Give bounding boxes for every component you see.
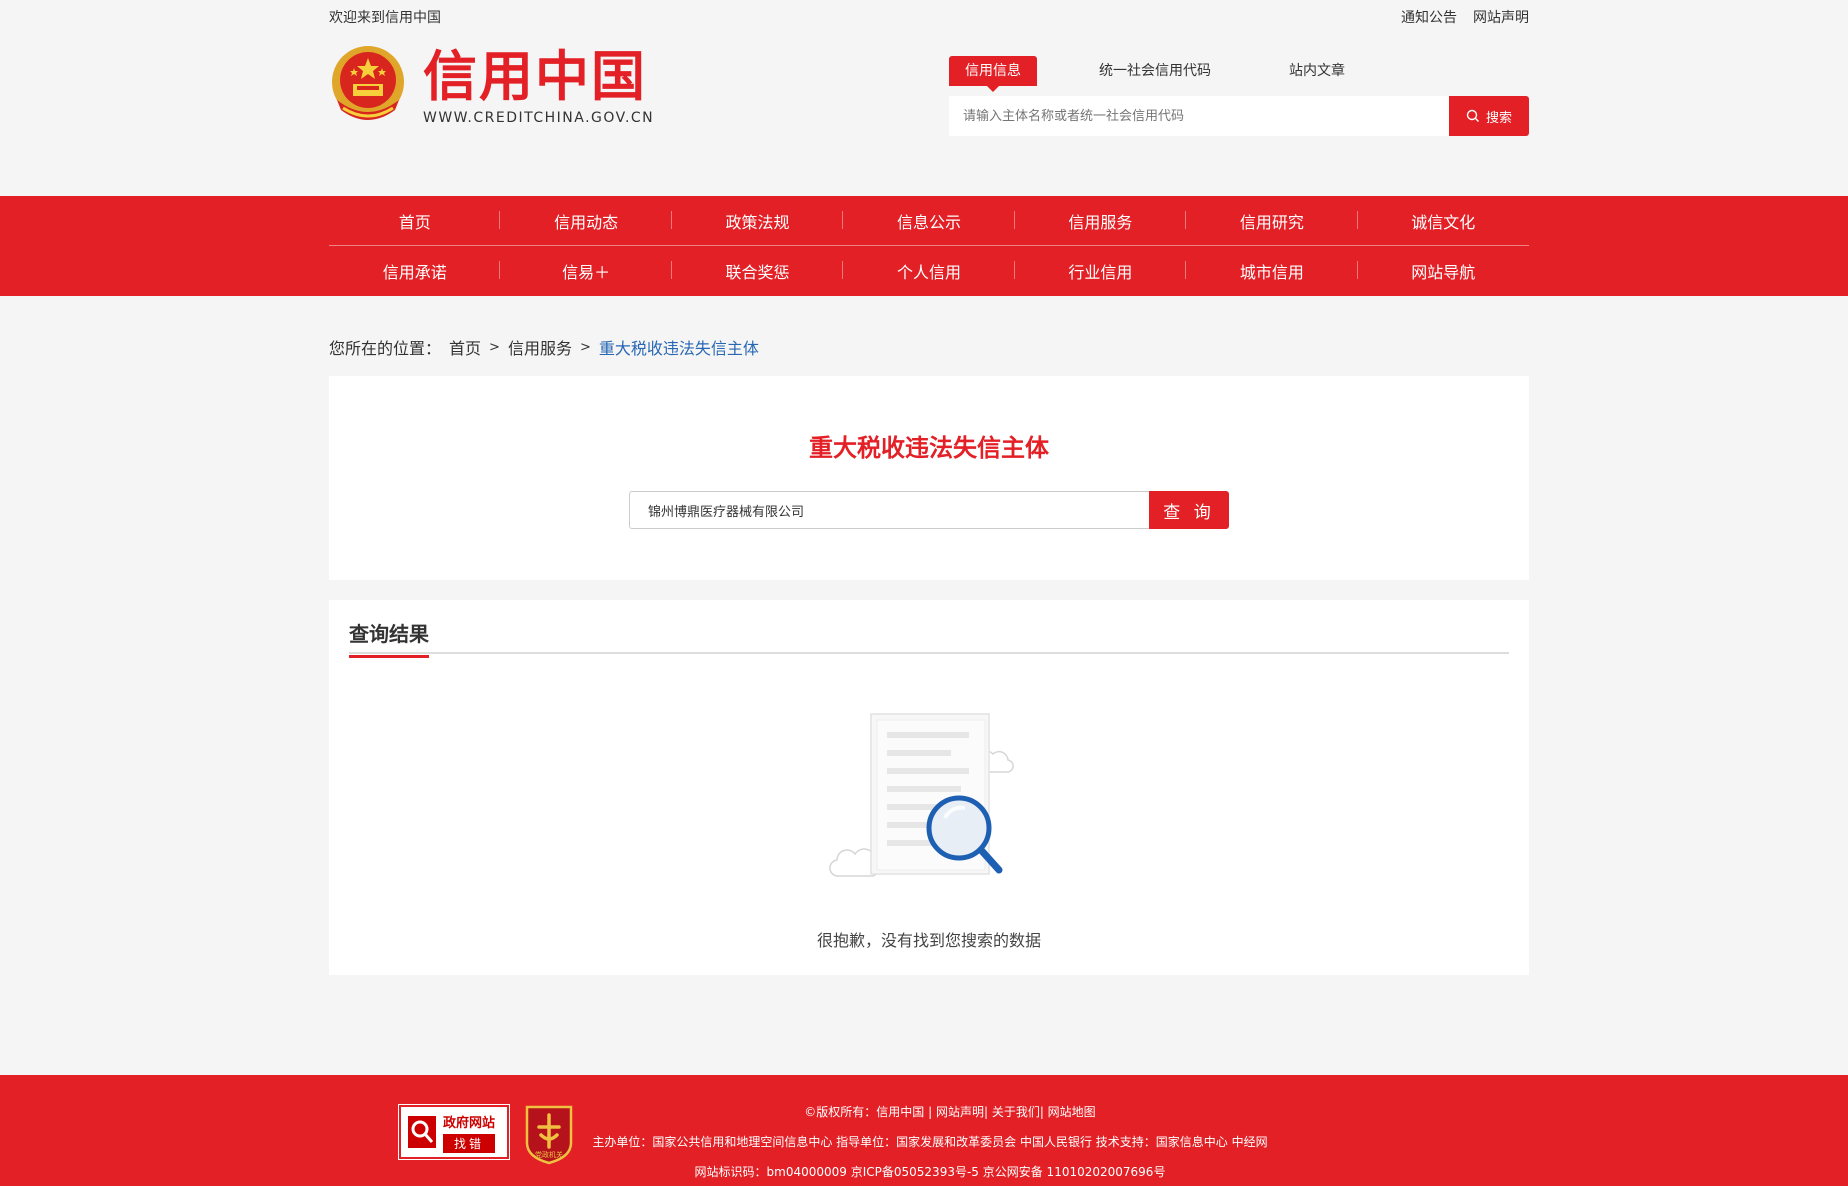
- query-title: 重大税收违法失信主体: [809, 434, 1049, 462]
- search-tabs: 信用信息 统一社会信用代码 站内文章: [949, 56, 1529, 92]
- site-footer: 政府网站 找错 党政机关 ©版权所有：信用中国 | 网站声明| 关于我们| 网站…: [0, 1075, 1848, 1186]
- nav-row-2: 信用承诺 信易＋ 联合奖惩 个人信用 行业信用 城市信用 网站导航: [329, 246, 1529, 296]
- breadcrumb: 您所在的位置： 首页 > 信用服务 > 重大税收违法失信主体: [329, 335, 1529, 359]
- top-links: 通知公告 网站声明: [1401, 7, 1529, 27]
- main-nav: 首页 信用动态 政策法规 信息公示 信用服务 信用研究 诚信文化 信用承诺 信易…: [0, 196, 1848, 296]
- top-bar: 欢迎来到信用中国 通知公告 网站声明: [329, 0, 1529, 32]
- no-data-illustration-icon: [829, 713, 1014, 877]
- nav-item-culture[interactable]: 诚信文化: [1358, 209, 1529, 233]
- footer-organizers: 主办单位：国家公共信用和地理空间信息中心 指导单位：国家发展和改革委员会 中国人…: [592, 1135, 1268, 1149]
- logo-title: 信用中国: [423, 45, 647, 108]
- breadcrumb-credit-service[interactable]: 信用服务: [508, 335, 572, 359]
- party-badge-label: 党政机关: [535, 1150, 563, 1159]
- gov-site-error-badge[interactable]: 政府网站 找错: [398, 1104, 510, 1160]
- footer-registration: 网站标识码：bm04000009 京ICP备05052393号-5 京公网安备 …: [694, 1165, 1166, 1179]
- query-panel: 重大税收违法失信主体 查 询: [329, 376, 1529, 580]
- site-logo[interactable]: 信用中国 WWW.CREDITCHINA.GOV.CN: [329, 44, 654, 128]
- query-box: 查 询: [629, 491, 1229, 529]
- nav-item-xinyi[interactable]: 信易＋: [500, 259, 673, 283]
- logo-url: WWW.CREDITCHINA.GOV.CN: [423, 110, 655, 126]
- nav-row-1: 首页 信用动态 政策法规 信息公示 信用服务 信用研究 诚信文化: [329, 196, 1529, 246]
- nav-item-disclosure[interactable]: 信息公示: [843, 209, 1016, 233]
- search-button-label: 搜索: [1485, 110, 1512, 126]
- breadcrumb-home[interactable]: 首页: [449, 335, 481, 359]
- result-heading: 查询结果: [349, 618, 429, 658]
- search-icon: [1466, 109, 1479, 122]
- welcome-text: 欢迎来到信用中国: [329, 10, 441, 26]
- gov-badge-bottom: 找错: [443, 1133, 496, 1153]
- tab-credit-info[interactable]: 信用信息: [949, 56, 1037, 92]
- header-search: 信用信息 统一社会信用代码 站内文章 搜索: [949, 56, 1529, 136]
- search-button[interactable]: 搜索: [1449, 96, 1529, 136]
- nav-item-site-nav[interactable]: 网站导航: [1358, 259, 1529, 283]
- breadcrumb-separator: >: [489, 339, 500, 355]
- nav-item-research[interactable]: 信用研究: [1186, 209, 1358, 233]
- nav-item-rewards-penalties[interactable]: 联合奖惩: [672, 259, 844, 283]
- breadcrumb-prefix: 您所在的位置：: [329, 339, 442, 358]
- nav-item-credit-service[interactable]: 信用服务: [1015, 209, 1187, 233]
- tab-site-articles[interactable]: 站内文章: [1273, 56, 1361, 86]
- gov-badge-top: 政府网站: [443, 1115, 496, 1131]
- nav-item-industry-credit[interactable]: 行业信用: [1015, 259, 1187, 283]
- nav-item-credit-news[interactable]: 信用动态: [500, 209, 673, 233]
- no-data-message: 很抱歉，没有找到您搜索的数据: [816, 931, 1041, 950]
- breadcrumb-separator: >: [579, 339, 591, 355]
- nav-item-home[interactable]: 首页: [329, 209, 501, 233]
- search-box: 搜索: [949, 96, 1529, 136]
- breadcrumb-current: 重大税收违法失信主体: [598, 339, 759, 358]
- result-header: 查询结果: [349, 618, 1509, 658]
- footer-info: ©版权所有：信用中国 | 网站声明| 关于我们| 网站地图 主办单位：国家公共信…: [580, 1097, 1280, 1186]
- nav-item-commitment[interactable]: 信用承诺: [329, 259, 501, 283]
- notice-link[interactable]: 通知公告: [1401, 7, 1457, 27]
- magnifier-badge-icon: [408, 1116, 436, 1148]
- statement-link[interactable]: 网站声明: [1473, 7, 1529, 27]
- nav-item-policy[interactable]: 政策法规: [672, 209, 844, 233]
- tab-credit-code[interactable]: 统一社会信用代码: [1083, 56, 1227, 86]
- company-name-input[interactable]: [629, 491, 1149, 529]
- nav-item-city-credit[interactable]: 城市信用: [1186, 259, 1358, 283]
- query-button[interactable]: 查 询: [1149, 491, 1229, 529]
- nav-item-personal-credit[interactable]: 个人信用: [843, 259, 1016, 283]
- result-panel: 查询结果 很抱歉，没有找到您搜索的数据: [329, 600, 1529, 975]
- national-emblem-icon: [332, 46, 404, 120]
- site-header: 信用中国 WWW.CREDITCHINA.GOV.CN 信用信息 统一社会信用代…: [329, 44, 1529, 144]
- party-government-badge-icon[interactable]: 党政机关: [523, 1103, 575, 1165]
- search-input[interactable]: [949, 96, 1449, 136]
- footer-copyright[interactable]: ©版权所有：信用中国 | 网站声明| 关于我们| 网站地图: [580, 1097, 1280, 1127]
